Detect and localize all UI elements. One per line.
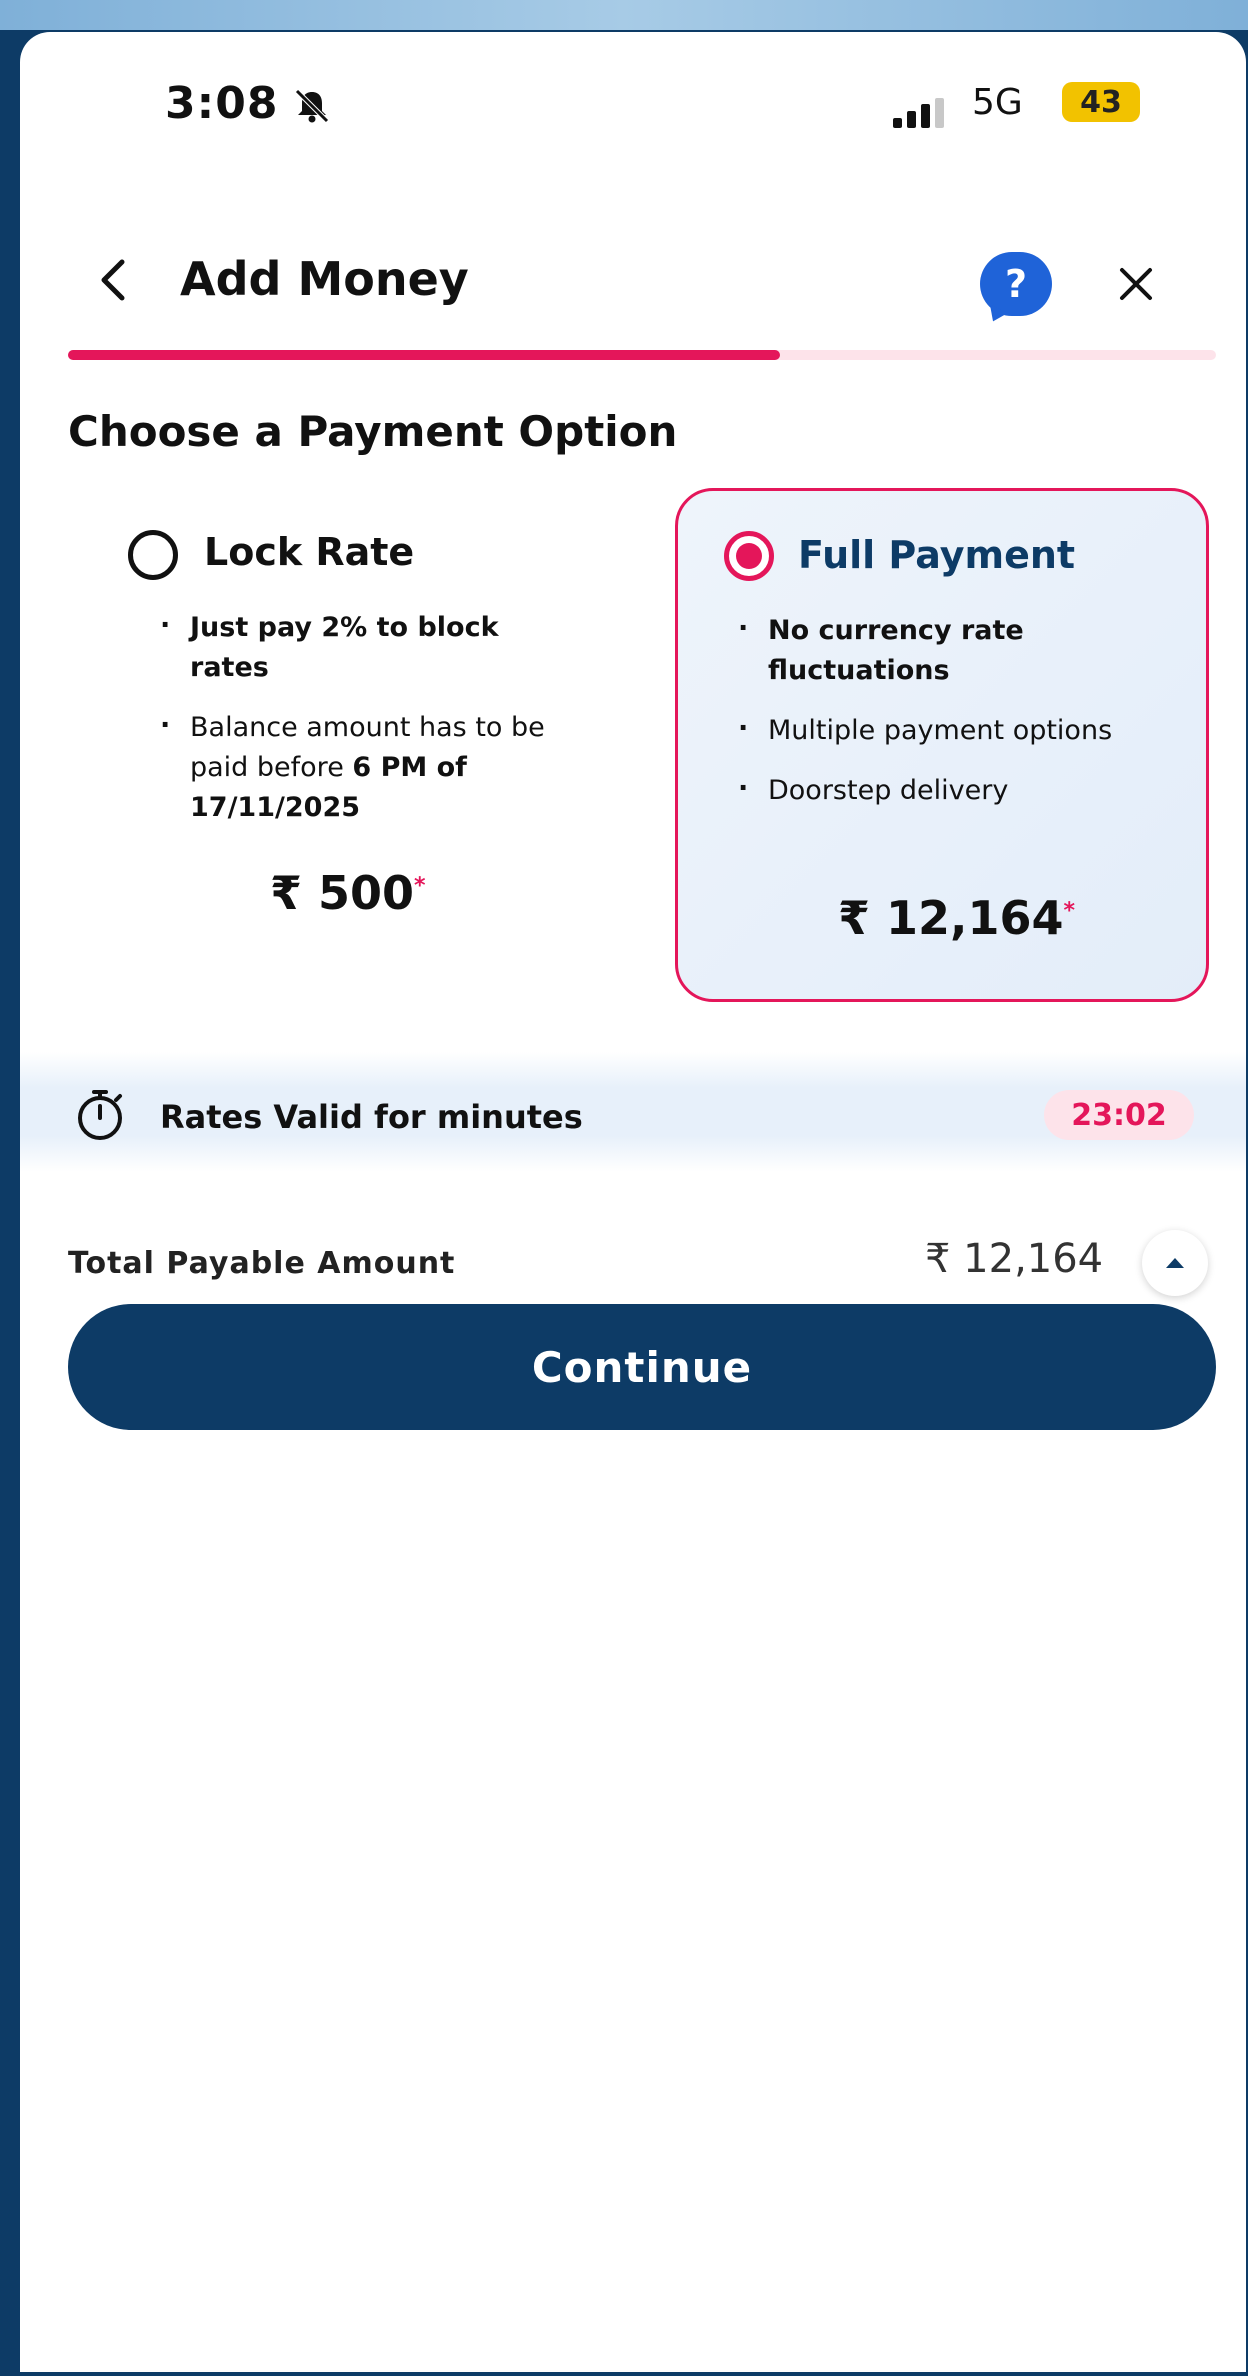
step-progress-fill [68,350,780,360]
continue-button[interactable]: Continue [68,1304,1216,1430]
full-payment-bullet: No currency rate fluctuations [738,609,1178,691]
step-progress-bar [68,350,1216,360]
full-payment-label: Full Payment [798,533,1076,577]
page-title: Add Money [180,252,469,306]
close-icon[interactable] [1108,256,1164,312]
device-frame: 3:08 5G 43 Add Money ? Choose a Payment … [0,0,1248,2376]
signal-icon [893,98,944,128]
total-payable-value: ₹ 12,164 [925,1236,1104,1282]
full-payment-bullet: Multiple payment options [738,709,1178,751]
lock-rate-deadline-time: 6 PM [352,752,428,783]
option-full-payment[interactable]: Full Payment No currency rate fluctuatio… [675,488,1209,1002]
stopwatch-icon [78,1090,122,1140]
full-payment-price-value: ₹ 12,164 [838,891,1064,945]
full-payment-radio[interactable] [724,531,774,581]
full-payment-bullets: No currency rate fluctuations Multiple p… [738,609,1178,831]
help-icon[interactable]: ? [980,252,1052,316]
back-icon[interactable] [88,250,138,310]
full-payment-bullet: Doorstep delivery [738,769,1178,811]
lock-rate-radio[interactable] [128,530,178,580]
option-lock-rate[interactable]: Lock Rate Just pay 2% to block rates Bal… [80,488,600,988]
price-marker: * [1063,898,1076,924]
rate-timer-label: Rates Valid for minutes [160,1098,583,1136]
full-payment-price: ₹ 12,164* [838,891,1075,945]
lock-rate-bullets: Just pay 2% to block rates Balance amoun… [160,606,580,848]
network-type: 5G [972,82,1023,123]
price-marker: * [414,873,426,899]
status-bar: 3:08 5G 43 [20,32,1246,162]
app-screen: 3:08 5G 43 Add Money ? Choose a Payment … [20,32,1246,2372]
chevron-up-glyph [1166,1258,1184,1268]
battery-indicator: 43 [1062,82,1140,122]
rate-timer-countdown: 23:02 [1044,1090,1194,1140]
status-time: 3:08 [165,78,279,129]
chevron-up-icon[interactable] [1142,1230,1208,1296]
lock-rate-price-value: ₹ 500 [270,866,415,920]
lock-rate-label: Lock Rate [204,530,415,574]
lock-rate-price: ₹ 500* [270,866,426,920]
lock-rate-bullet: Just pay 2% to block rates [160,606,580,688]
section-title: Choose a Payment Option [68,407,678,456]
bell-slash-icon [295,89,329,123]
total-payable-label: Total Payable Amount [68,1246,456,1281]
lock-rate-bullet: Balance amount has to be paid before 6 P… [160,706,580,828]
rate-timer-strip: Rates Valid for minutes 23:02 [20,1052,1246,1172]
